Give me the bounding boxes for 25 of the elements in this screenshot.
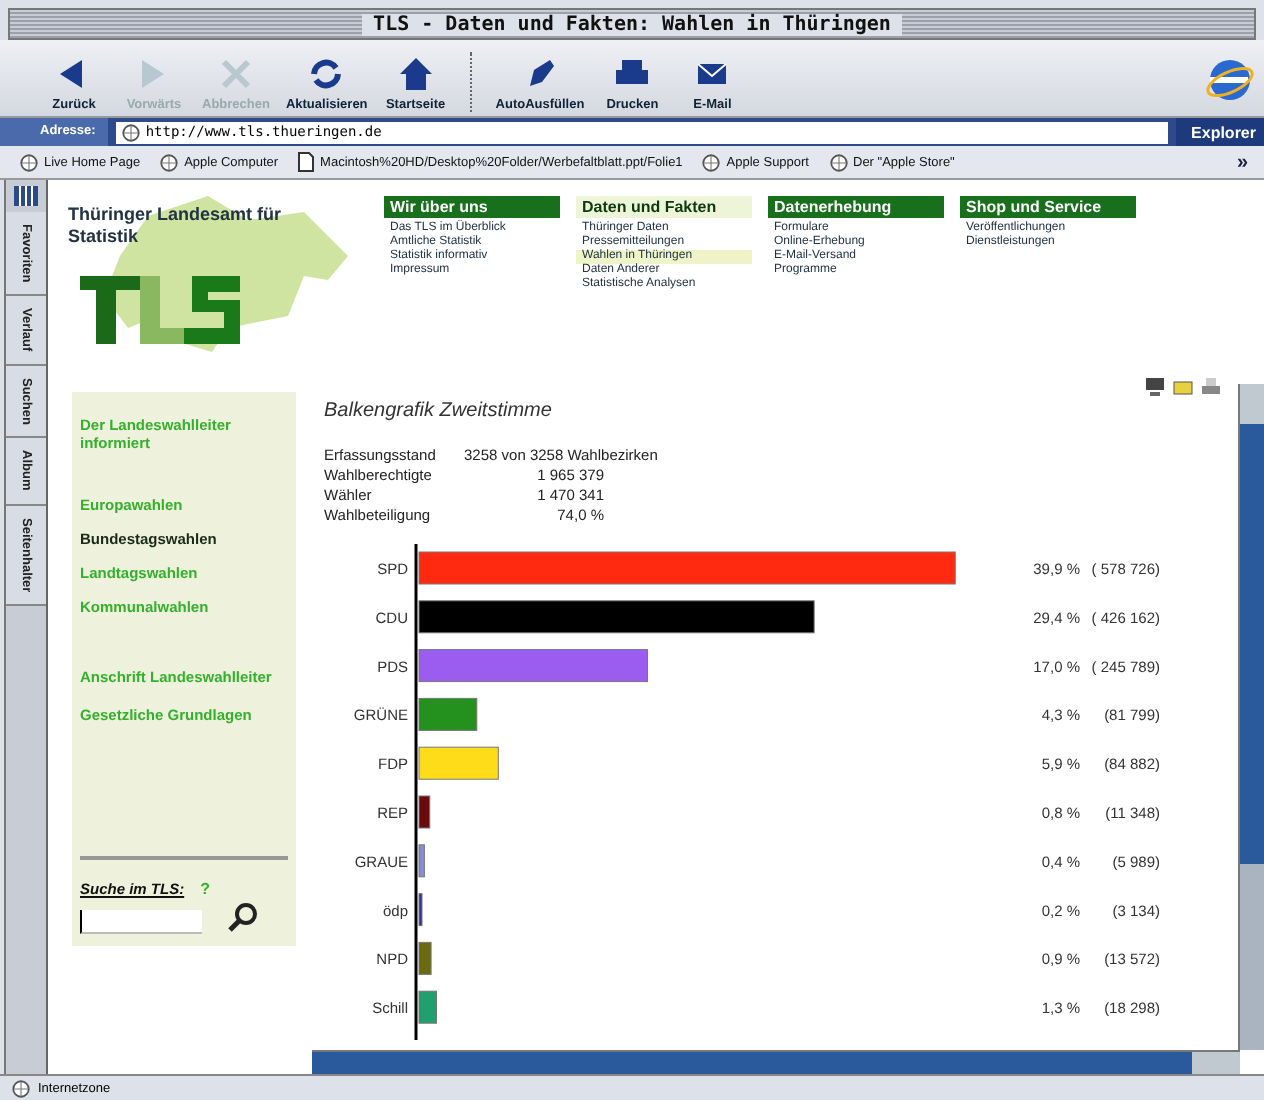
globe-icon — [20, 153, 38, 171]
document-icon — [298, 152, 315, 172]
globe-icon — [12, 1079, 30, 1097]
nav-heading[interactable]: Shop und Service — [960, 196, 1136, 218]
globe-icon — [702, 153, 721, 171]
explorer-button[interactable]: Explorer — [1175, 118, 1264, 146]
book-icon — [8, 184, 44, 208]
search-field[interactable] — [80, 910, 202, 934]
window-title: TLS - Daten und Fakten: Wahlen in Thüringen — [361, 13, 903, 35]
globe-icon — [160, 153, 179, 171]
chart-heading: Balkengrafik Zweitstimme — [324, 400, 554, 422]
globe-icon — [121, 123, 140, 141]
home-icon — [395, 54, 436, 94]
nav-heading[interactable]: Daten und Fakten — [576, 196, 752, 218]
search-icon[interactable] — [226, 902, 258, 934]
computer-icon[interactable] — [1144, 376, 1166, 398]
nav-heading[interactable]: Wir über uns — [384, 196, 560, 218]
horizontal-scrollbar[interactable] — [312, 1050, 1240, 1074]
site-name: Thüringer Landesamt für Statistik — [68, 204, 284, 248]
nav-heading[interactable]: Datenerhebung — [768, 196, 944, 218]
refresh-icon — [306, 54, 347, 94]
printer-icon[interactable] — [1200, 376, 1222, 398]
vertical-scrollbar[interactable] — [1238, 384, 1264, 1050]
more-favorites-button[interactable]: » — [1236, 151, 1248, 173]
globe-icon — [829, 153, 847, 171]
